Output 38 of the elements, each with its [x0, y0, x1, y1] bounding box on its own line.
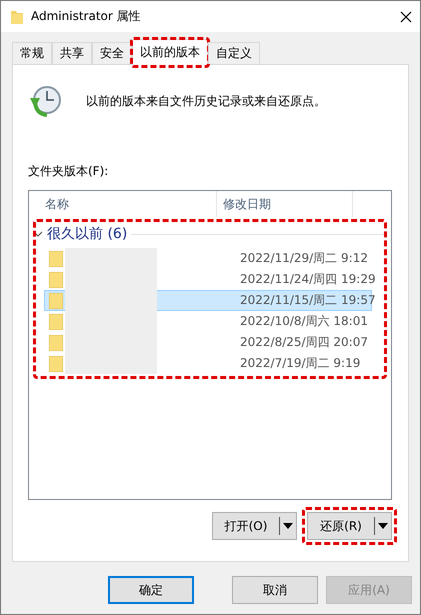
- folder-icon: [49, 314, 63, 330]
- folder-icon: [49, 250, 63, 266]
- tab[interactable]: 安全: [92, 42, 132, 64]
- version-row[interactable]: 2022/7/19/周二 9:19: [44, 353, 372, 374]
- version-row[interactable]: 2022/10/8/周六 18:01: [44, 311, 372, 332]
- version-row[interactable]: 2022/8/25/周四 20:07: [44, 332, 372, 353]
- split-button[interactable]: 打开(O): [212, 512, 297, 540]
- chevron-icon[interactable]: [33, 229, 43, 239]
- date-text: 2022/8/25/周四 20:07: [240, 334, 368, 351]
- description-text: 以前的版本来自文件历史记录或来自还原点。: [86, 92, 326, 110]
- date-text: 2022/7/19/周二 9:19: [240, 355, 360, 372]
- column-header[interactable]: 名称: [29, 196, 69, 212]
- dialog-button[interactable]: 确定: [108, 576, 194, 604]
- folder-icon: [11, 10, 23, 24]
- clock-icon: [28, 84, 62, 118]
- tab[interactable]: 以前的版本: [132, 39, 208, 65]
- dialog-button[interactable]: 取消: [232, 576, 318, 604]
- folder-icon: [49, 292, 63, 308]
- action-label[interactable]: 还原(R): [308, 513, 374, 539]
- tab[interactable]: 自定义: [208, 42, 260, 64]
- versions-label: 文件夹版本(F):: [28, 163, 110, 180]
- folder-icon: [49, 356, 63, 372]
- close-icon[interactable]: [400, 10, 412, 22]
- tab[interactable]: 共享: [52, 42, 92, 64]
- date-text: 2022/11/24/周四 19:29: [240, 271, 376, 288]
- tab[interactable]: 常规: [12, 42, 52, 64]
- folder-icon: [49, 334, 63, 350]
- column-header[interactable]: 修改日期: [223, 196, 271, 212]
- split-button[interactable]: 还原(R): [307, 512, 392, 540]
- group-header[interactable]: 很久以前 (6): [47, 225, 128, 243]
- caret-icon[interactable]: [378, 523, 388, 529]
- folder-icon: [49, 272, 63, 288]
- window-title: Administrator 属性: [31, 8, 142, 25]
- date-text: 2022/11/29/周二 9:12: [240, 250, 368, 267]
- version-row[interactable]: 2022/11/29/周二 9:12: [44, 248, 372, 269]
- date-text: 2022/10/8/周六 18:01: [240, 313, 368, 330]
- caret-icon[interactable]: [283, 523, 293, 529]
- action-label[interactable]: 打开(O): [213, 513, 279, 539]
